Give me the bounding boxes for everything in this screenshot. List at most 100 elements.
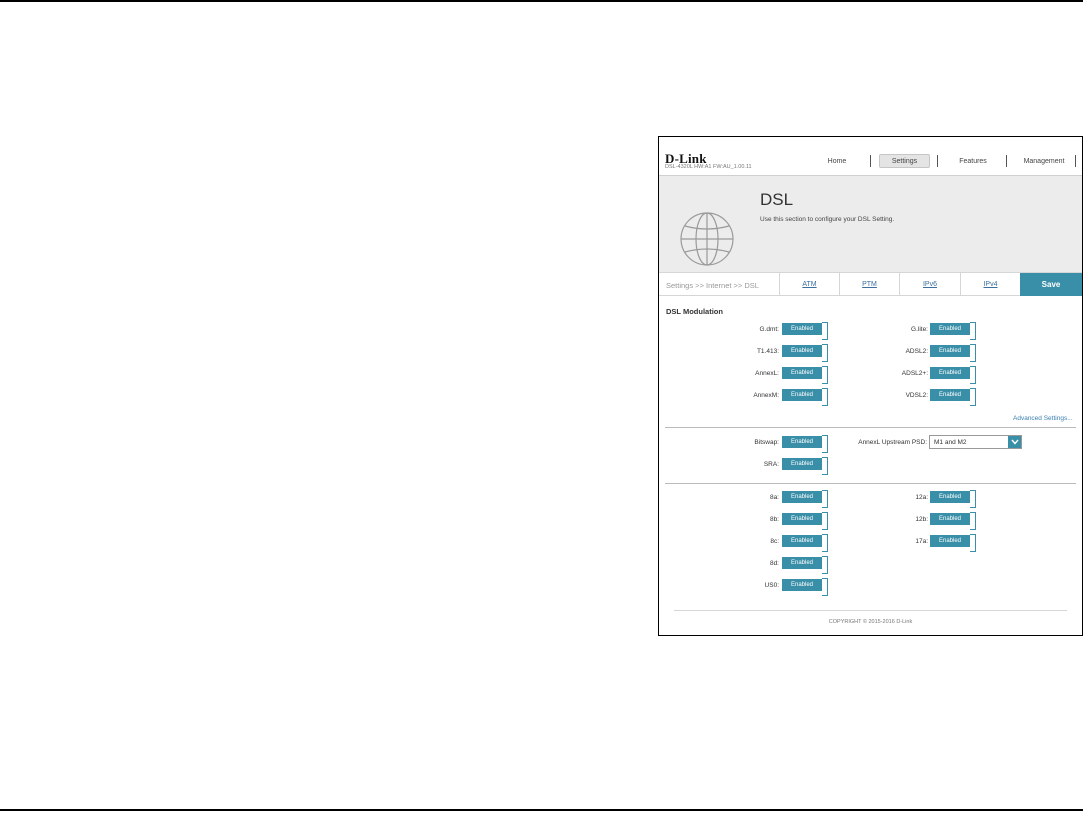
toggle-state: Enabled <box>930 323 970 335</box>
tab-ipv4[interactable]: IPv4 <box>960 273 1020 296</box>
profile-8a-label: 8a: <box>769 494 779 501</box>
annexl-toggle[interactable]: Enabled <box>782 366 828 384</box>
sra-toggle[interactable]: Enabled <box>782 457 828 475</box>
toggle-knob <box>822 578 828 596</box>
toggle-state: Enabled <box>930 491 970 503</box>
bitswap-label: Bitswap: <box>754 439 779 446</box>
t1413-toggle[interactable]: Enabled <box>782 344 828 362</box>
profile-12b-toggle[interactable]: Enabled <box>930 512 976 530</box>
toggle-knob <box>822 344 828 362</box>
profile-us0-label: US0: <box>764 582 779 589</box>
adsl2-label: ADSL2: <box>905 348 928 355</box>
toggle-knob <box>970 366 976 384</box>
sra-label: SRA: <box>763 461 779 468</box>
bitswap-toggle[interactable]: Enabled <box>782 435 828 453</box>
profile-us0-toggle[interactable]: Enabled <box>782 578 828 596</box>
adsl2plus-toggle[interactable]: Enabled <box>930 366 976 384</box>
page-title: DSL <box>760 190 794 209</box>
tab-bar: Settings >> Internet >> DSL ATM PTM IPv6… <box>659 272 1082 296</box>
router-ui-screenshot: D-Link DSL-4320L HW:A1 FW:AU_1.00.11 Hom… <box>658 136 1083 636</box>
annexm-label: AnnexM: <box>753 392 779 399</box>
profile-8a-toggle[interactable]: Enabled <box>782 490 828 508</box>
toggle-state: Enabled <box>782 491 822 503</box>
nav-separator <box>1075 155 1076 167</box>
toggle-state: Enabled <box>782 367 822 379</box>
nav-home[interactable]: Home <box>817 154 857 168</box>
toggle-state: Enabled <box>782 436 822 448</box>
profile-8c-label: 8c: <box>770 538 779 545</box>
toggle-knob <box>822 366 828 384</box>
toggle-state: Enabled <box>782 579 822 591</box>
adsl2-toggle[interactable]: Enabled <box>930 344 976 362</box>
profile-8b-label: 8b: <box>769 516 779 523</box>
tab-ptm[interactable]: PTM <box>839 273 899 296</box>
toggle-knob <box>970 344 976 362</box>
section-title: DSL Modulation <box>666 307 723 316</box>
divider <box>665 427 1076 428</box>
profile-12a-label: 12a: <box>915 494 928 501</box>
save-button[interactable]: Save <box>1020 273 1082 296</box>
tab-atm[interactable]: ATM <box>779 273 839 296</box>
t1413-label: T1.413: <box>756 348 779 355</box>
toggle-knob <box>822 322 828 340</box>
top-rule <box>0 0 1083 2</box>
model-info: DSL-4320L HW:A1 FW:AU_1.00.11 <box>665 164 752 170</box>
glite-label: G.lite: <box>911 326 928 333</box>
toggle-knob <box>822 556 828 574</box>
select-value: M1 and M2 <box>934 439 967 446</box>
toggle-knob <box>970 490 976 508</box>
toggle-state: Enabled <box>782 389 822 401</box>
annexl-psd-label: AnnexL Upstream PSD: <box>858 439 927 446</box>
nav-separator <box>1006 155 1007 167</box>
profile-17a-toggle[interactable]: Enabled <box>930 534 976 552</box>
footer-divider <box>674 610 1067 611</box>
vdsl2-label: VDSL2: <box>905 392 928 399</box>
toggle-state: Enabled <box>930 367 970 379</box>
header: D-Link DSL-4320L HW:A1 FW:AU_1.00.11 Hom… <box>659 137 1082 173</box>
toggle-knob <box>822 388 828 406</box>
glite-toggle[interactable]: Enabled <box>930 322 976 340</box>
nav-management[interactable]: Management <box>1014 154 1074 168</box>
nav-separator <box>937 155 938 167</box>
profile-12a-toggle[interactable]: Enabled <box>930 490 976 508</box>
toggle-state: Enabled <box>782 345 822 357</box>
toggle-knob <box>822 512 828 530</box>
nav-settings[interactable]: Settings <box>879 154 930 168</box>
annexl-psd-select[interactable]: M1 and M2 <box>929 435 1022 449</box>
breadcrumb: Settings >> Internet >> DSL <box>666 281 759 290</box>
toggle-knob <box>822 457 828 475</box>
toggle-knob <box>970 512 976 530</box>
tab-ipv6[interactable]: IPv6 <box>899 273 960 296</box>
annexl-label: AnnexL: <box>755 370 779 377</box>
manual-page: D-Link DSL-4320L HW:A1 FW:AU_1.00.11 Hom… <box>0 0 1083 813</box>
page-subtitle: Use this section to configure your DSL S… <box>760 216 895 223</box>
profile-8b-toggle[interactable]: Enabled <box>782 512 828 530</box>
nav-separator <box>870 155 871 167</box>
toggle-state: Enabled <box>930 535 970 547</box>
toggle-knob <box>822 435 828 453</box>
chevron-down-icon <box>1008 436 1021 448</box>
profile-12b-label: 12b: <box>915 516 928 523</box>
toggle-state: Enabled <box>930 345 970 357</box>
toggle-knob <box>822 534 828 552</box>
profile-8d-label: 8d: <box>769 560 779 567</box>
bottom-rule <box>0 809 1083 811</box>
globe-icon <box>680 212 734 266</box>
toggle-state: Enabled <box>930 513 970 525</box>
copyright: COPYRIGHT © 2015-2016 D-Link <box>828 619 913 625</box>
divider <box>665 483 1076 484</box>
profile-8d-toggle[interactable]: Enabled <box>782 556 828 574</box>
advanced-settings-link[interactable]: Advanced Settings... <box>1013 415 1073 422</box>
profile-17a-label: 17a: <box>915 538 928 545</box>
toggle-knob <box>970 388 976 406</box>
profile-8c-toggle[interactable]: Enabled <box>782 534 828 552</box>
adsl2plus-label: ADSL2+: <box>901 370 928 377</box>
toggle-state: Enabled <box>782 513 822 525</box>
gdmt-toggle[interactable]: Enabled <box>782 322 828 340</box>
toggle-knob <box>970 534 976 552</box>
nav-features[interactable]: Features <box>949 154 997 168</box>
vdsl2-toggle[interactable]: Enabled <box>930 388 976 406</box>
toggle-state: Enabled <box>782 323 822 335</box>
toggle-state: Enabled <box>930 389 970 401</box>
annexm-toggle[interactable]: Enabled <box>782 388 828 406</box>
